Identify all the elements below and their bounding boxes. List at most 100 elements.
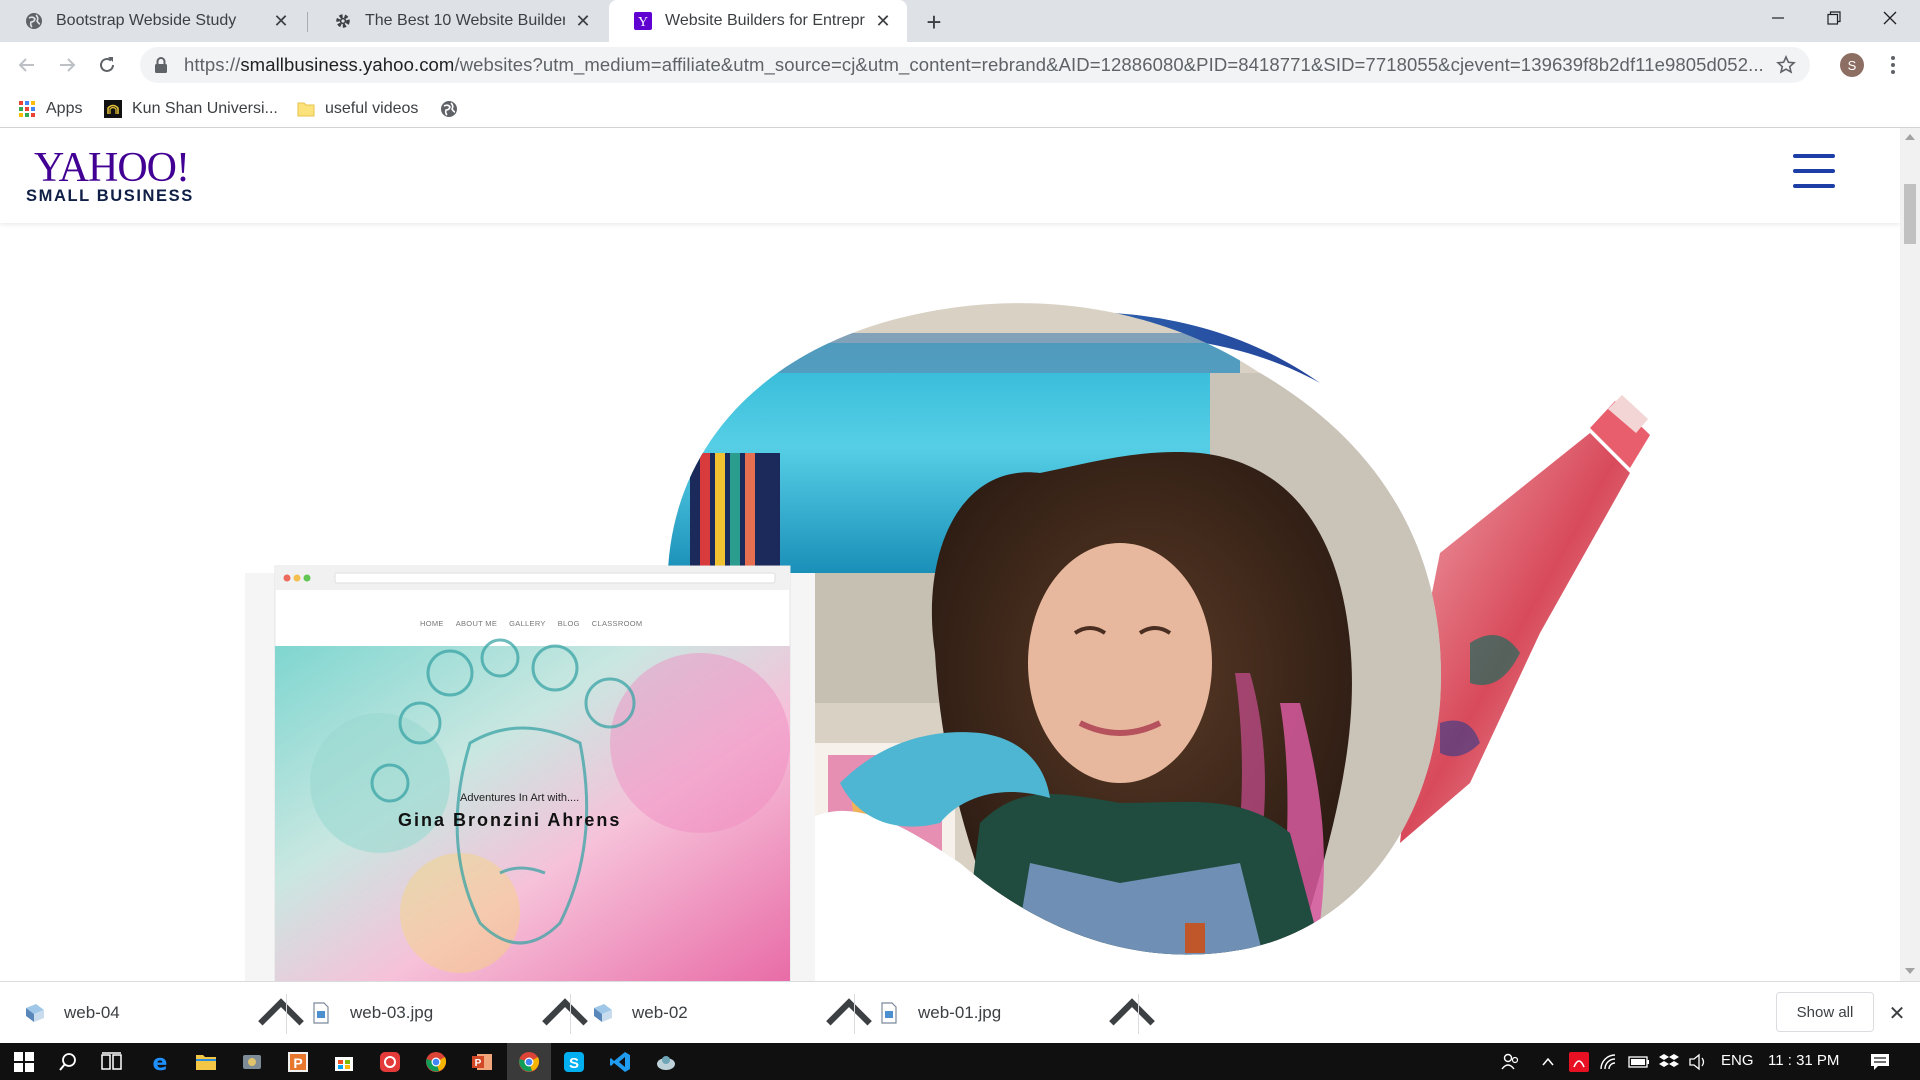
windows-taskbar: e P P S ENG 11: 31 PM — [0, 1043, 1920, 1080]
arrow-left-icon — [18, 58, 34, 72]
tab-bootstrap-study[interactable]: Bootstrap Webside Study ✕ — [0, 0, 305, 42]
download-divider — [854, 994, 855, 1034]
yahoo-favicon-icon: Y — [633, 11, 653, 31]
globe-icon — [24, 11, 44, 31]
url-text[interactable]: https://smallbusiness.yahoo.com/websites… — [184, 54, 1772, 76]
mockup-window-dot — [293, 574, 301, 582]
mockup-tagline: Adventures In Art with.... — [460, 792, 580, 804]
dropbox-icon[interactable] — [1655, 1048, 1683, 1076]
action-center-icon[interactable] — [1866, 1048, 1894, 1076]
bookmark-label: useful videos — [325, 100, 419, 117]
bookmark-star-icon[interactable] — [1772, 51, 1800, 79]
app-tool-icon[interactable] — [652, 1048, 680, 1076]
acrobat-tray-icon[interactable] — [1565, 1048, 1593, 1076]
bookmark-label: Kun Shan Universi... — [132, 100, 278, 117]
battery-icon[interactable] — [1625, 1048, 1653, 1076]
close-tab-icon[interactable]: ✕ — [271, 11, 291, 31]
download-filename: web-03.jpg — [350, 1003, 434, 1022]
close-tab-icon[interactable]: ✕ — [873, 11, 893, 31]
scroll-down-arrow-icon[interactable] — [1905, 968, 1915, 974]
apps-grid-icon — [18, 100, 36, 118]
bookmark-apps[interactable]: Apps — [18, 96, 82, 122]
jpg-file-icon — [313, 1002, 329, 1024]
browser-toolbar: https://smallbusiness.yahoo.com/websites… — [0, 42, 1920, 88]
close-window-button[interactable] — [1862, 0, 1918, 36]
mockup-nav-classroom: CLASSROOM — [591, 619, 643, 628]
tab-website-builders-entrepreneurs[interactable]: Y Website Builders for Entrepren ✕ — [609, 0, 907, 42]
wifi-icon[interactable] — [1595, 1048, 1623, 1076]
folder-icon — [297, 100, 315, 118]
restore-button[interactable] — [1806, 0, 1862, 36]
mockup-window-dot — [303, 574, 311, 582]
tab-strip: Bootstrap Webside Study ✕ The Best 10 We… — [0, 0, 1920, 42]
url-scheme: https:// — [184, 54, 241, 75]
powerpoint-p-icon[interactable]: P — [284, 1048, 312, 1076]
search-icon[interactable] — [54, 1048, 82, 1076]
chrome-active-icon[interactable] — [507, 1043, 551, 1080]
chevron-up-icon[interactable] — [250, 982, 312, 1044]
download-divider — [1138, 994, 1139, 1034]
close-downloads-bar-icon[interactable]: ✕ — [1886, 1002, 1908, 1025]
chrome-icon[interactable] — [422, 1048, 450, 1076]
back-button[interactable] — [10, 48, 44, 82]
reload-button[interactable] — [90, 48, 124, 82]
show-all-downloads-button[interactable]: Show all — [1776, 992, 1874, 1032]
skype-icon[interactable]: S — [560, 1048, 588, 1076]
task-view-icon[interactable] — [98, 1048, 126, 1076]
image-file-icon — [594, 1004, 612, 1022]
windows-start-icon[interactable] — [10, 1048, 38, 1076]
reload-icon — [100, 57, 114, 72]
forward-button[interactable] — [50, 48, 84, 82]
new-tab-button[interactable]: + — [920, 7, 948, 37]
hamburger-menu-icon[interactable] — [1793, 154, 1835, 188]
chevron-up-icon[interactable] — [818, 982, 880, 1044]
download-item-web-03[interactable]: web-03.jpg — [310, 982, 433, 1044]
mockup-nav: HOME ABOUT ME GALLERY BLOG CLASSROOM — [420, 619, 642, 628]
download-item-web-04[interactable]: web-04 — [24, 982, 120, 1044]
bookmark-globe[interactable] — [440, 96, 468, 122]
gear-icon — [333, 11, 353, 31]
small-business-logo-text[interactable]: SMALL BUSINESS — [26, 187, 194, 206]
system-clock[interactable]: 11 : 31 PM — [1768, 1052, 1839, 1069]
profile-avatar[interactable]: S — [1840, 53, 1864, 77]
site-header: YAHOO! SMALL BUSINESS — [0, 128, 1900, 223]
yahoo-logo[interactable]: YAHOO! — [34, 144, 190, 192]
store-icon[interactable] — [330, 1048, 358, 1076]
scroll-up-arrow-icon[interactable] — [1905, 134, 1915, 140]
app-red-icon[interactable] — [376, 1048, 404, 1076]
scrollbar-thumb[interactable] — [1904, 184, 1916, 244]
chevron-up-icon[interactable] — [1101, 982, 1163, 1044]
bookmark-kun-shan[interactable]: Kun Shan Universi... — [104, 96, 278, 122]
website-mockup-card — [245, 565, 815, 981]
tab-best-website-builders[interactable]: The Best 10 Website Builders - ✕ — [309, 0, 607, 42]
svg-text:e: e — [153, 1051, 168, 1073]
bookmark-label: Apps — [46, 100, 83, 117]
mockup-artist-name: Gina Bronzini Ahrens — [398, 810, 622, 830]
app-icon[interactable] — [238, 1048, 266, 1076]
file-explorer-icon[interactable] — [192, 1048, 220, 1076]
hero-section: HOME ABOUT ME GALLERY BLOG CLASSROOM Adv… — [0, 223, 1900, 981]
powerpoint-icon[interactable]: P — [468, 1048, 496, 1076]
address-bar[interactable]: https://smallbusiness.yahoo.com/websites… — [140, 47, 1810, 83]
mockup-nav-about: ABOUT ME — [455, 619, 498, 628]
menu-kebab-icon[interactable] — [1880, 52, 1906, 78]
people-icon[interactable] — [1496, 1048, 1524, 1076]
close-tab-icon[interactable]: ✕ — [573, 11, 593, 31]
vscode-icon[interactable] — [606, 1048, 634, 1076]
bookmark-useful-videos[interactable]: useful videos — [297, 96, 418, 122]
image-file-icon — [26, 1004, 44, 1022]
chevron-up-icon[interactable] — [534, 982, 596, 1044]
page-scrollbar[interactable] — [1900, 128, 1920, 981]
university-logo-icon — [104, 100, 122, 118]
url-host: smallbusiness.yahoo.com — [240, 54, 455, 75]
volume-icon[interactable] — [1684, 1048, 1712, 1076]
input-language[interactable]: ENG — [1721, 1052, 1754, 1069]
minimize-button[interactable] — [1750, 0, 1806, 36]
chevron-up-icon[interactable] — [1534, 1048, 1562, 1076]
tab-title: The Best 10 Website Builders - — [365, 12, 565, 29]
download-item-web-02[interactable]: web-02 — [592, 982, 688, 1044]
download-item-web-01[interactable]: web-01.jpg — [878, 982, 1001, 1044]
edge-browser-icon[interactable]: e — [146, 1048, 174, 1076]
url-path: /websites?utm_medium=affiliate&utm_sourc… — [454, 54, 1764, 75]
download-divider — [570, 994, 571, 1034]
